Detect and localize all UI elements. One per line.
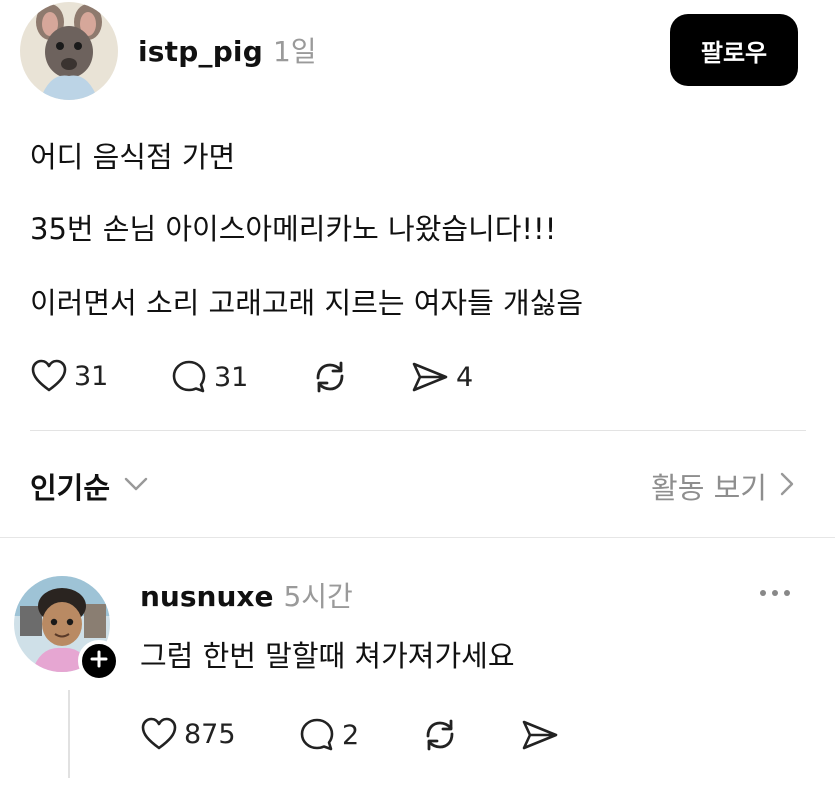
reply-time: 5시간 xyxy=(283,580,353,613)
follow-plus-badge[interactable] xyxy=(78,640,120,682)
repost-icon xyxy=(310,358,350,396)
chevron-right-icon xyxy=(779,470,795,502)
like-button[interactable]: 31 xyxy=(30,358,108,394)
post-divider xyxy=(30,430,806,431)
post-text-line-1: 어디 음식점 가면 xyxy=(30,140,236,174)
post-text-line-3: 이러면서 소리 고래고래 지르는 여자들 개싫음 xyxy=(30,286,584,320)
comment-count: 31 xyxy=(214,361,249,393)
post-text-line-2: 35번 손님 아이스아메리카노 나왔습니다!!! xyxy=(30,212,557,246)
repost-icon xyxy=(420,716,460,754)
comment-bubble-icon xyxy=(298,716,336,754)
reply-repost-button[interactable] xyxy=(420,716,460,754)
activity-label: 활동 보기 xyxy=(651,471,767,505)
reply-like-count: 875 xyxy=(184,718,236,750)
chevron-down-icon xyxy=(122,474,150,498)
heart-icon xyxy=(140,716,178,752)
thread-line xyxy=(68,690,70,778)
send-icon xyxy=(410,358,450,396)
sort-label: 인기순 xyxy=(30,471,111,505)
more-dots-icon xyxy=(760,590,766,596)
reply-comment-count: 2 xyxy=(342,719,360,751)
section-divider xyxy=(0,537,835,538)
send-icon xyxy=(520,716,560,754)
reply-username[interactable]: nusnuxe xyxy=(140,580,273,613)
comment-bubble-icon xyxy=(170,358,208,396)
view-activity-link[interactable]: 활동 보기 xyxy=(651,465,795,507)
reply-share-button[interactable] xyxy=(520,716,560,754)
more-options-button[interactable] xyxy=(760,590,790,596)
share-count: 4 xyxy=(456,361,474,393)
share-button[interactable]: 4 xyxy=(410,358,473,396)
heart-icon xyxy=(30,358,68,394)
post-author-avatar[interactable] xyxy=(20,2,118,100)
like-count: 31 xyxy=(74,360,109,392)
post-username[interactable]: istp_pig xyxy=(138,35,263,68)
reply-comment-button[interactable]: 2 xyxy=(298,716,359,754)
sort-dropdown[interactable]: 인기순 xyxy=(30,465,150,507)
comment-button[interactable]: 31 xyxy=(170,358,248,396)
repost-button[interactable] xyxy=(310,358,350,396)
follow-button[interactable]: 팔로우 xyxy=(670,14,798,86)
reply-like-button[interactable]: 875 xyxy=(140,716,236,752)
reply-text: 그럼 한번 말할때 쳐가져가세요 xyxy=(140,639,515,673)
plus-icon xyxy=(90,650,108,672)
post-time: 1일 xyxy=(272,35,317,68)
